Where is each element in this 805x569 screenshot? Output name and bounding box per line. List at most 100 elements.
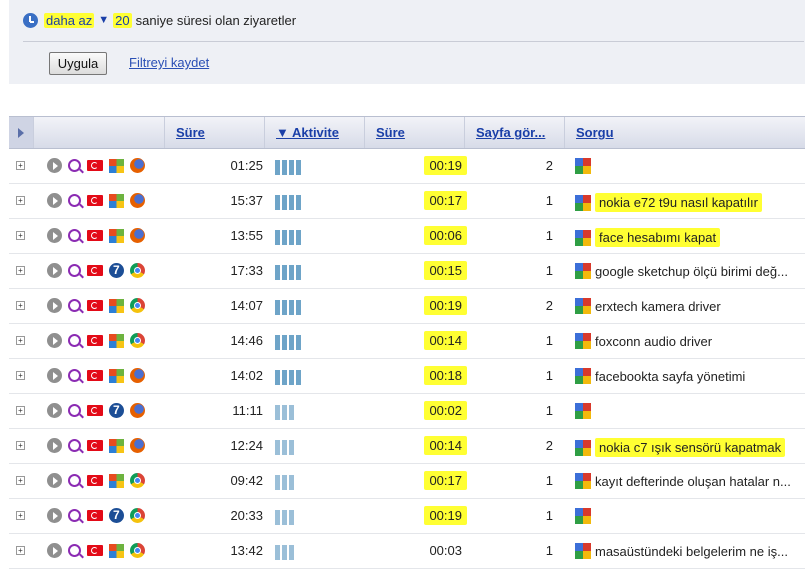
row-icons [47, 543, 145, 558]
query-text[interactable]: foxconn audio driver [595, 334, 712, 349]
query-text[interactable]: nokia c7 ışık sensörü kapatmak [595, 438, 786, 457]
query-cell[interactable]: kayıt defterinde oluşan hatalar n... [575, 473, 791, 489]
expand-row-icon[interactable]: + [16, 546, 25, 555]
expand-row-icon[interactable]: + [16, 441, 25, 450]
query-cell[interactable]: nokia e72 t9u nasıl kapatılır [575, 193, 762, 212]
query-cell[interactable] [575, 158, 595, 174]
dropdown-arrow-icon[interactable]: ▼ [98, 14, 109, 26]
header-pageviews[interactable]: Sayfa gör... [464, 117, 564, 148]
query-text[interactable]: face hesabımı kapat [595, 228, 721, 247]
play-icon[interactable] [47, 473, 62, 488]
visit-duration: 13:42 [230, 543, 263, 558]
activity-bar [289, 510, 294, 525]
search-icon[interactable] [68, 544, 81, 557]
expand-row-icon[interactable]: + [16, 161, 25, 170]
play-icon[interactable] [47, 508, 62, 523]
query-cell[interactable]: foxconn audio driver [575, 333, 712, 349]
apply-button[interactable]: Uygula [49, 52, 107, 75]
filter-condition-dropdown[interactable]: daha az [44, 12, 95, 28]
query-cell[interactable]: face hesabımı kapat [575, 228, 721, 247]
activity-bars [275, 510, 294, 525]
play-icon[interactable] [47, 333, 62, 348]
time-cell: 00:17 [367, 184, 467, 218]
firefox-icon [130, 193, 145, 208]
query-cell[interactable]: nokia c7 ışık sensörü kapatmak [575, 438, 786, 457]
play-icon[interactable] [47, 193, 62, 208]
activity-bar [282, 545, 287, 560]
filter-value-field[interactable]: 20 [113, 12, 132, 28]
header-activity[interactable]: ▼ Aktivite [264, 117, 364, 148]
table-row[interactable]: +01:25 00:19 2 [9, 149, 805, 184]
play-icon[interactable] [47, 403, 62, 418]
play-icon[interactable] [47, 228, 62, 243]
search-icon[interactable] [68, 509, 81, 522]
header-time[interactable]: Süre [364, 117, 464, 148]
query-cell[interactable] [575, 508, 595, 524]
chrome-icon [130, 543, 145, 558]
query-text[interactable]: google sketchup ölçü birimi değ... [595, 264, 788, 279]
query-text[interactable]: masaüstündeki belgelerim ne iş... [595, 544, 788, 559]
search-icon[interactable] [68, 334, 81, 347]
expand-row-icon[interactable]: + [16, 511, 25, 520]
search-icon[interactable] [68, 404, 81, 417]
table-row[interactable]: +14:02 00:18 1 facebookta sayfa yönetimi [9, 359, 805, 394]
row-icons [47, 508, 145, 523]
table-row[interactable]: +15:37 00:17 1 nokia e72 t9u nasıl kapatılı… [9, 184, 805, 219]
search-icon[interactable] [68, 439, 81, 452]
table-row[interactable]: +13:42 00:03 1 masaüstündeki belgelerim ne … [9, 534, 805, 569]
query-cell[interactable] [575, 403, 595, 419]
query-text[interactable]: erxtech kamera driver [595, 299, 721, 314]
play-icon[interactable] [47, 298, 62, 313]
expand-row-icon[interactable]: + [16, 406, 25, 415]
expand-row-icon[interactable]: + [16, 266, 25, 275]
expand-row-icon[interactable]: + [16, 196, 25, 205]
activity-bars [275, 405, 294, 420]
filter-line: daha az ▼ 20 saniye süresi olan ziyaretl… [23, 9, 296, 31]
turkey-flag-icon [87, 510, 103, 521]
search-icon[interactable] [68, 369, 81, 382]
table-row[interactable]: +17:33 00:15 1 google sketchup ölçü birimi … [9, 254, 805, 289]
table-row[interactable]: +12:24 00:14 2 nokia c7 ışık sensörü kapatm… [9, 429, 805, 464]
play-icon[interactable] [47, 368, 62, 383]
query-cell[interactable]: facebookta sayfa yönetimi [575, 368, 745, 384]
play-icon[interactable] [47, 263, 62, 278]
table-row[interactable]: +20:33 00:19 1 [9, 499, 805, 534]
table-row[interactable]: +11:11 00:02 1 [9, 394, 805, 429]
header-query[interactable]: Sorgu [564, 117, 805, 148]
play-icon[interactable] [47, 438, 62, 453]
search-icon[interactable] [68, 299, 81, 312]
query-cell[interactable]: erxtech kamera driver [575, 298, 721, 314]
search-icon[interactable] [68, 474, 81, 487]
windows7-icon [109, 403, 124, 418]
google-icon [575, 298, 591, 314]
expand-all-toggle[interactable] [9, 117, 33, 148]
windows-icon [109, 298, 124, 313]
expand-row-icon[interactable]: + [16, 231, 25, 240]
query-text[interactable]: nokia e72 t9u nasıl kapatılır [595, 193, 762, 212]
expand-row-icon[interactable]: + [16, 476, 25, 485]
table-row[interactable]: +14:46 00:14 1 foxconn audio driver [9, 324, 805, 359]
table-row[interactable]: +09:42 00:17 1 kayıt defterinde oluşan hata… [9, 464, 805, 499]
search-icon[interactable] [68, 229, 81, 242]
header-duration[interactable]: Süre [164, 117, 264, 148]
table-row[interactable]: +14:07 00:19 2 erxtech kamera driver [9, 289, 805, 324]
table-row[interactable]: +13:55 00:06 1 face hesabımı kapat [9, 219, 805, 254]
time-value: 00:19 [424, 296, 467, 315]
firefox-icon [130, 368, 145, 383]
query-text[interactable]: kayıt defterinde oluşan hatalar n... [595, 474, 791, 489]
expand-row-icon[interactable]: + [16, 301, 25, 310]
query-cell[interactable]: google sketchup ölçü birimi değ... [575, 263, 788, 279]
time-cell: 00:18 [367, 359, 467, 393]
google-icon [575, 473, 591, 489]
expand-row-icon[interactable]: + [16, 336, 25, 345]
search-icon[interactable] [68, 264, 81, 277]
query-text[interactable]: facebookta sayfa yönetimi [595, 369, 745, 384]
save-filter-link[interactable]: Filtreyi kaydet [129, 55, 209, 70]
play-icon[interactable] [47, 543, 62, 558]
turkey-flag-icon [87, 405, 103, 416]
search-icon[interactable] [68, 194, 81, 207]
expand-row-icon[interactable]: + [16, 371, 25, 380]
search-icon[interactable] [68, 159, 81, 172]
play-icon[interactable] [47, 158, 62, 173]
activity-bars [275, 475, 294, 490]
